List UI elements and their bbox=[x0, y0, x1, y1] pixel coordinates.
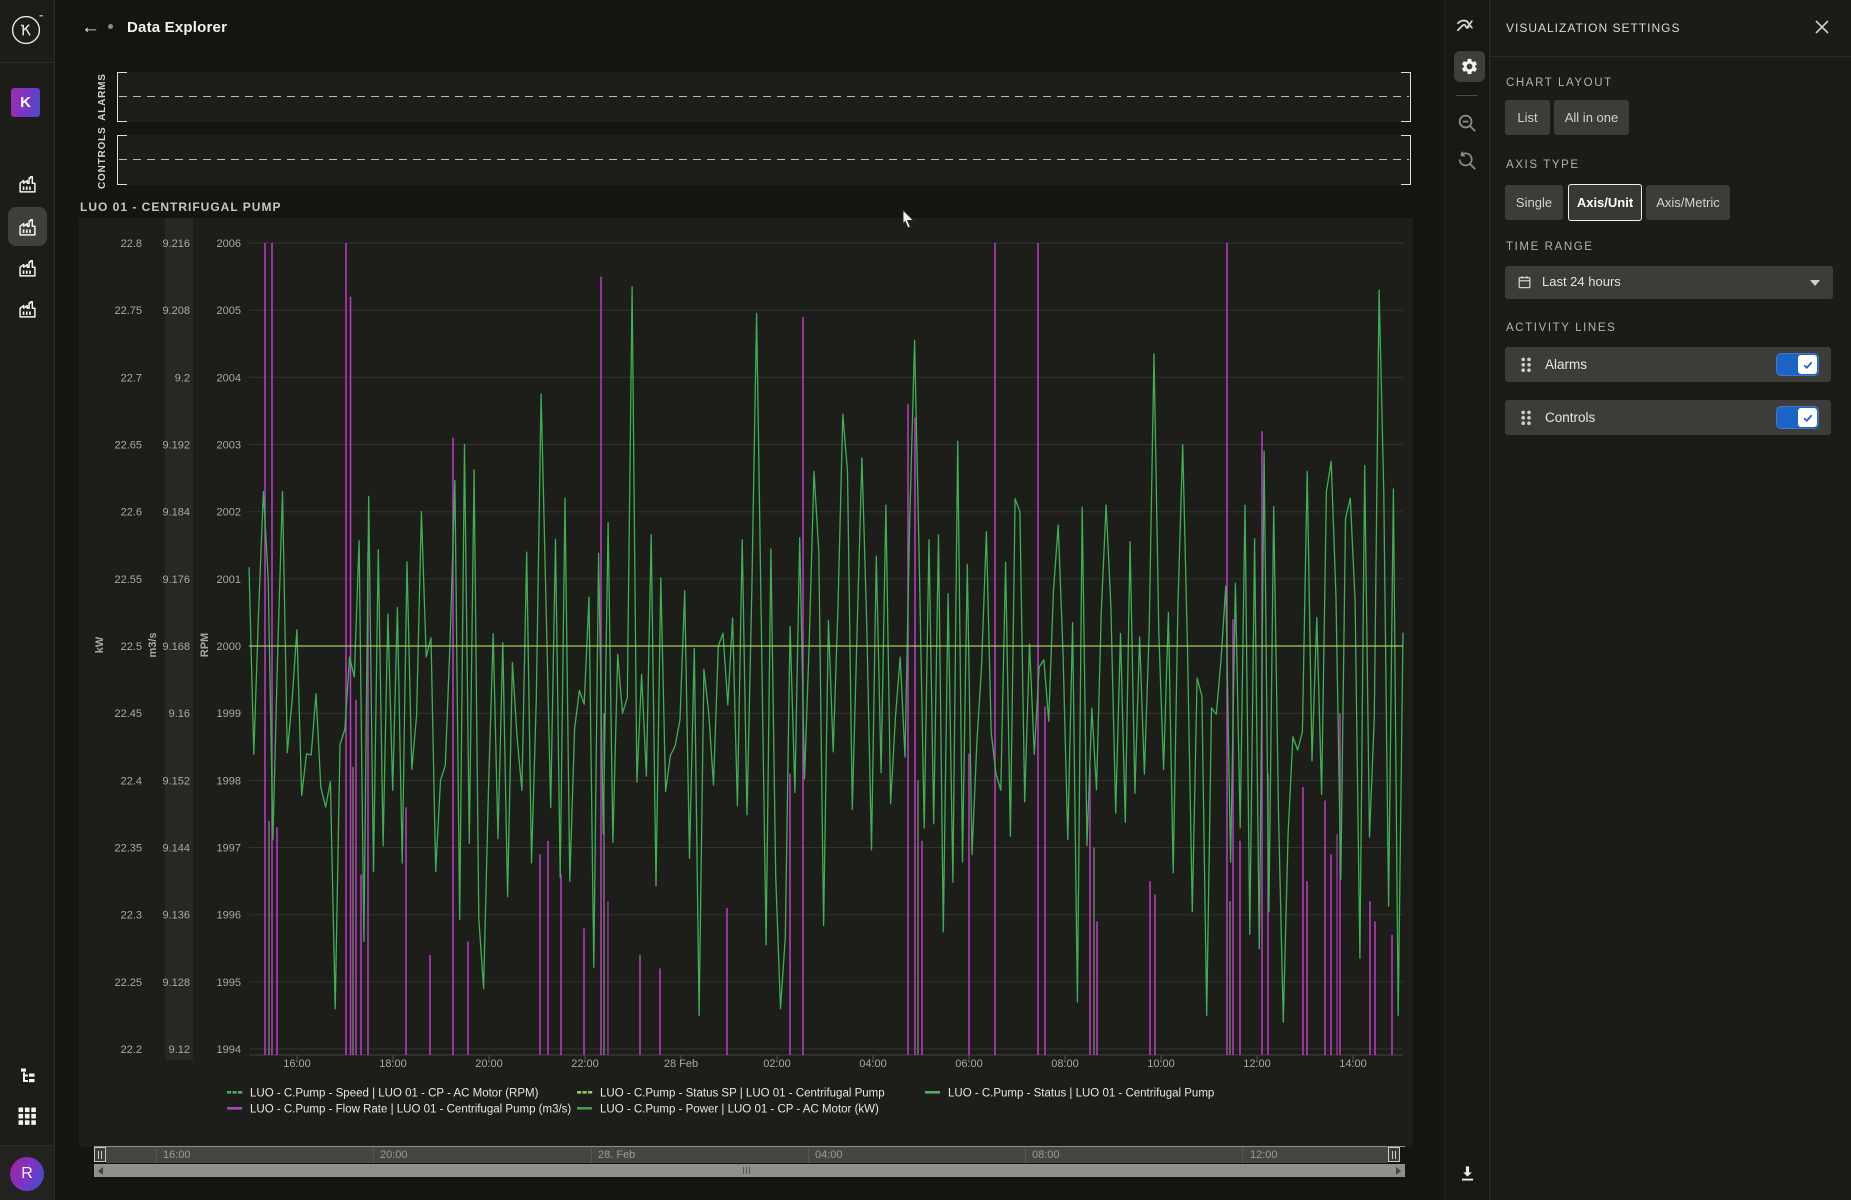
svg-text:1999: 1999 bbox=[217, 708, 241, 720]
svg-text:1996: 1996 bbox=[217, 910, 241, 922]
svg-text:2003: 2003 bbox=[217, 440, 241, 452]
svg-text:22.3: 22.3 bbox=[121, 910, 142, 922]
svg-text:2001: 2001 bbox=[217, 574, 241, 586]
svg-text:9.16: 9.16 bbox=[169, 708, 190, 720]
svg-text:08:00: 08:00 bbox=[1051, 1058, 1079, 1070]
svg-text:14:00: 14:00 bbox=[1339, 1058, 1367, 1070]
svg-text:2000: 2000 bbox=[217, 641, 241, 653]
svg-text:20:00: 20:00 bbox=[475, 1058, 503, 1070]
svg-text:9.144: 9.144 bbox=[162, 843, 190, 855]
svg-text:06:00: 06:00 bbox=[955, 1058, 983, 1070]
svg-text:22.8: 22.8 bbox=[121, 238, 142, 250]
svg-text:m3/s: m3/s bbox=[147, 632, 159, 657]
svg-text:LUO - C.Pump - Speed | LUO 01: LUO - C.Pump - Speed | LUO 01 - CP - AC … bbox=[250, 1088, 539, 1100]
svg-text:22.5: 22.5 bbox=[121, 641, 142, 653]
svg-text:9.136: 9.136 bbox=[162, 910, 190, 922]
svg-text:9.12: 9.12 bbox=[169, 1044, 190, 1056]
svg-text:2002: 2002 bbox=[217, 507, 241, 519]
svg-text:LUO - C.Pump - Flow Rate | LUO: LUO - C.Pump - Flow Rate | LUO 01 - Cent… bbox=[250, 1104, 571, 1116]
svg-text:1995: 1995 bbox=[217, 977, 241, 989]
svg-text:22.7: 22.7 bbox=[121, 372, 142, 384]
svg-text:LUO - C.Pump - Status SP | LUO: LUO - C.Pump - Status SP | LUO 01 - Cent… bbox=[600, 1088, 885, 1100]
svg-text:9.128: 9.128 bbox=[162, 977, 190, 989]
svg-text:9.216: 9.216 bbox=[162, 238, 190, 250]
svg-text:9.168: 9.168 bbox=[162, 641, 190, 653]
svg-text:22.45: 22.45 bbox=[114, 708, 142, 720]
svg-text:22.35: 22.35 bbox=[114, 843, 142, 855]
svg-text:22.75: 22.75 bbox=[114, 305, 142, 317]
svg-text:LUO - C.Pump - Power | LUO 01: LUO - C.Pump - Power | LUO 01 - CP - AC … bbox=[600, 1104, 879, 1116]
svg-text:12:00: 12:00 bbox=[1243, 1058, 1271, 1070]
svg-text:22.4: 22.4 bbox=[121, 775, 142, 787]
svg-text:22.25: 22.25 bbox=[114, 977, 142, 989]
svg-text:16:00: 16:00 bbox=[283, 1058, 311, 1070]
svg-text:2006: 2006 bbox=[217, 238, 241, 250]
svg-text:02:00: 02:00 bbox=[763, 1058, 791, 1070]
svg-text:kW: kW bbox=[94, 636, 106, 653]
svg-text:22:00: 22:00 bbox=[571, 1058, 599, 1070]
svg-text:22.55: 22.55 bbox=[114, 574, 142, 586]
svg-text:10:00: 10:00 bbox=[1147, 1058, 1175, 1070]
svg-text:RPM: RPM bbox=[199, 633, 211, 657]
svg-text:9.2: 9.2 bbox=[175, 372, 190, 384]
svg-text:04:00: 04:00 bbox=[859, 1058, 887, 1070]
svg-text:22.65: 22.65 bbox=[114, 440, 142, 452]
svg-text:22.6: 22.6 bbox=[121, 507, 142, 519]
svg-text:9.192: 9.192 bbox=[162, 440, 190, 452]
svg-text:1994: 1994 bbox=[217, 1044, 241, 1056]
svg-text:1997: 1997 bbox=[217, 843, 241, 855]
svg-text:9.176: 9.176 bbox=[162, 574, 190, 586]
svg-text:28 Feb: 28 Feb bbox=[664, 1058, 698, 1070]
svg-text:2005: 2005 bbox=[217, 305, 241, 317]
svg-text:1998: 1998 bbox=[217, 775, 241, 787]
svg-text:9.208: 9.208 bbox=[162, 305, 190, 317]
svg-text:9.184: 9.184 bbox=[162, 507, 190, 519]
svg-text:LUO - C.Pump - Status | LUO 01: LUO - C.Pump - Status | LUO 01 - Centrif… bbox=[948, 1088, 1214, 1100]
svg-text:22.2: 22.2 bbox=[121, 1044, 142, 1056]
svg-text:18:00: 18:00 bbox=[379, 1058, 407, 1070]
svg-text:9.152: 9.152 bbox=[162, 775, 190, 787]
svg-text:2004: 2004 bbox=[217, 372, 241, 384]
